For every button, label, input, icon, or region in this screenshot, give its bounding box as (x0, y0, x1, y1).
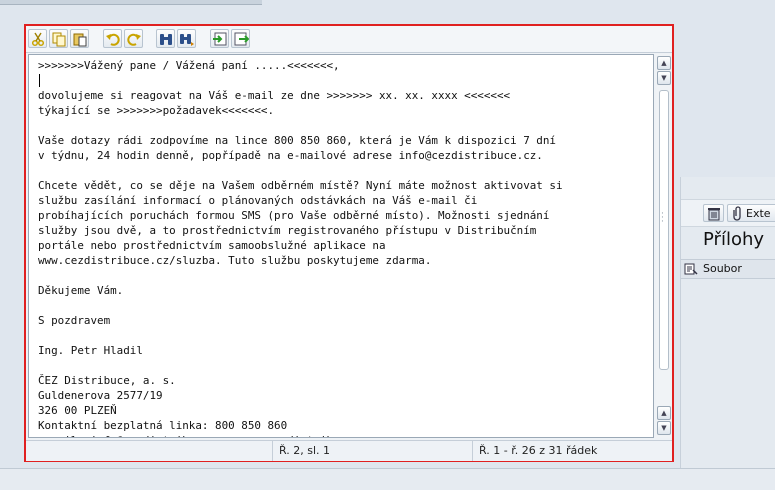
scroll-down-button[interactable]: ▲ (657, 406, 671, 420)
attachments-panel: Exte Přílohy Soubor (680, 177, 775, 468)
editor-toolbar (26, 26, 672, 53)
import-button[interactable] (210, 29, 229, 48)
cut-button[interactable] (28, 29, 47, 48)
text-line (38, 358, 653, 373)
paste-button[interactable] (70, 29, 89, 48)
text-line: probíhajících poruchách formou SMS (pro … (38, 209, 550, 222)
redo-icon (127, 33, 141, 46)
vertical-scrollbar[interactable]: ▲ ▼ ▲ ▼ (656, 54, 672, 438)
text-editor-panel: >>>>>>>Vážený pane / Vážená paní .....<<… (24, 24, 674, 462)
text-content: >>>>>>>Vážený pane / Vážená paní .....<<… (29, 55, 653, 437)
column-settings-icon (684, 263, 698, 275)
text-area[interactable]: >>>>>>>Vážený pane / Vážená paní .....<<… (28, 54, 654, 438)
scissors-icon (31, 32, 45, 47)
external-button-label: Exte (746, 207, 771, 220)
text-line: Vaše dotazy rádi zodpovíme na lince 800 … (38, 134, 556, 147)
copy-icon (52, 32, 66, 47)
text-line: S pozdravem (38, 314, 111, 327)
text-line: službu zasílání informací o plánovaných … (38, 194, 478, 207)
find-button[interactable] (156, 29, 175, 48)
undo-icon (106, 33, 120, 46)
text-line: v týdnu, 24 hodin denně, popřípadě na e-… (38, 149, 543, 162)
splitter-grip[interactable]: · · · (661, 210, 664, 227)
add-external-attachment-button[interactable]: Exte (727, 204, 775, 222)
status-cursor-position: Ř. 2, sl. 1 (272, 441, 472, 461)
scroll-bottom-button[interactable]: ▼ (657, 421, 671, 435)
export-icon (234, 32, 249, 46)
copy-button[interactable] (49, 29, 68, 48)
attachments-column-header[interactable]: Soubor (681, 259, 775, 279)
text-line: Chcete vědět, co se děje na Vašem odběrn… (38, 179, 563, 192)
attachments-toolbar: Exte (681, 199, 775, 227)
binoculars-next-icon (180, 34, 194, 46)
text-cursor (39, 74, 40, 87)
export-button[interactable] (231, 29, 250, 48)
text-line (38, 268, 653, 283)
scroll-up-button[interactable]: ▼ (657, 71, 671, 85)
undo-button[interactable] (103, 29, 122, 48)
find-next-button[interactable] (177, 29, 196, 48)
text-line (38, 73, 653, 88)
import-icon (213, 32, 227, 46)
text-line (38, 328, 653, 343)
text-line: Kontaktní bezplatná linka: 800 850 860 (38, 419, 288, 432)
delete-attachment-button[interactable] (703, 204, 724, 222)
status-bar: Ř. 2, sl. 1 Ř. 1 - ř. 26 z 31 řádek (26, 440, 672, 461)
text-line: Guldenerova 2577/19 (38, 389, 163, 402)
paste-icon (73, 33, 87, 47)
scrollbar-thumb[interactable] (659, 90, 669, 370)
redo-button[interactable] (124, 29, 143, 48)
scroll-top-button[interactable]: ▲ (657, 56, 671, 70)
text-line: >>>>>>>Vážený pane / Vážená paní .....<<… (38, 59, 340, 72)
text-line (38, 118, 653, 133)
attachments-title: Přílohy (703, 229, 765, 250)
text-line: www.cezdistribuce.cz/sluzba. Tuto službu… (38, 254, 432, 267)
bottom-panel (0, 468, 775, 490)
status-empty-cell (26, 441, 272, 461)
trash-icon (708, 208, 720, 221)
text-line: dovolujeme si reagovat na Váš e-mail ze … (38, 89, 511, 102)
text-line (38, 163, 653, 178)
column-header-label: Soubor (703, 262, 742, 275)
text-line: Ing. Petr Hladil (38, 344, 143, 357)
top-panel-edge (0, 0, 262, 5)
text-line: ČEZ Distribuce, a. s. (38, 374, 176, 387)
text-line (38, 298, 653, 313)
text-line: e-mail: info@cezdistribuce.cz, www.cezdi… (38, 433, 653, 437)
binoculars-icon (160, 34, 172, 45)
text-line: týkající se >>>>>>>požadavek<<<<<<<. (38, 104, 275, 117)
text-line: služby jsou dvě, a to prostřednictvím re… (38, 224, 537, 237)
paperclip-icon (733, 206, 741, 221)
text-line: 326 00 PLZEŇ (38, 404, 117, 417)
text-line: portále nebo prostřednictvím samoobslužn… (38, 239, 386, 252)
status-line-range: Ř. 1 - ř. 26 z 31 řádek (472, 441, 672, 461)
text-line: Děkujeme Vám. (38, 284, 124, 297)
